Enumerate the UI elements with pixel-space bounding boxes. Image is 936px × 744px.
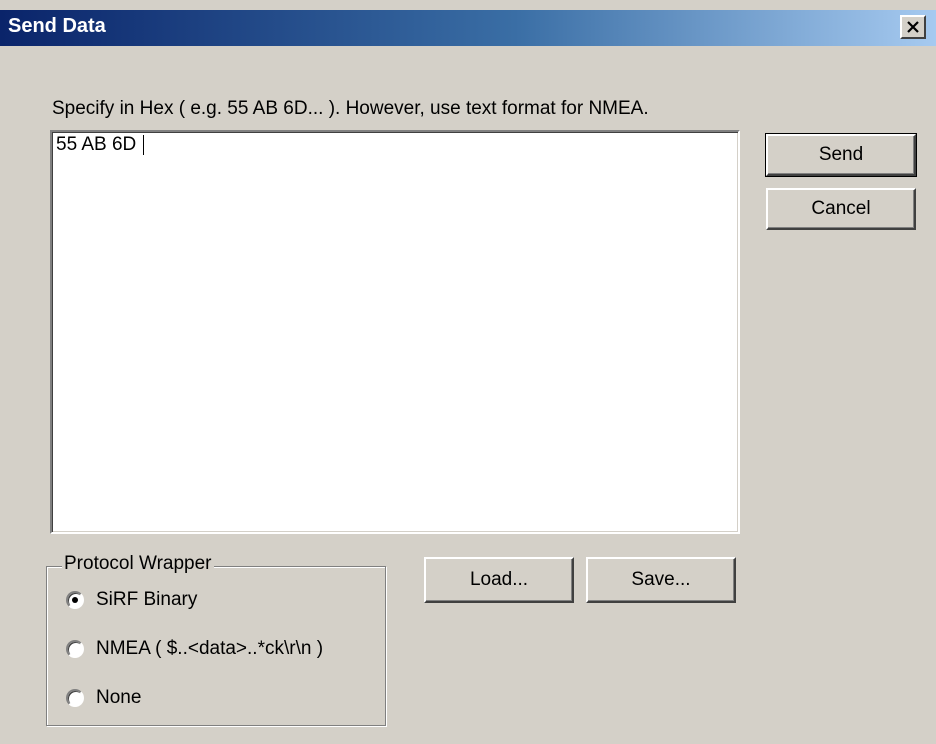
cancel-button[interactable]: Cancel	[766, 188, 916, 230]
text-caret	[142, 134, 144, 155]
radio-button[interactable]	[66, 689, 84, 707]
protocol-wrapper-label: Protocol Wrapper	[62, 553, 214, 575]
send-button[interactable]: Send	[765, 133, 917, 177]
radio-label: None	[96, 687, 142, 708]
save-button[interactable]: Save...	[586, 557, 736, 603]
dialog-body: Specify in Hex ( e.g. 55 AB 6D... ). How…	[0, 46, 936, 744]
hex-data-value: 55 AB 6D	[56, 134, 142, 155]
window-title: Send Data	[8, 15, 106, 37]
load-button[interactable]: Load...	[424, 557, 574, 603]
instruction-label: Specify in Hex ( e.g. 55 AB 6D... ). How…	[52, 98, 649, 119]
radio-nmea[interactable]: NMEA ( $..<data>..*ck\r\n )	[66, 638, 323, 660]
close-button[interactable]	[900, 15, 926, 39]
radio-button[interactable]	[66, 640, 84, 658]
title-bar[interactable]: Send Data	[0, 10, 936, 46]
radio-selected-dot	[72, 597, 78, 603]
radio-sirf-binary[interactable]: SiRF Binary	[66, 589, 197, 611]
radio-label: NMEA ( $..<data>..*ck\r\n )	[96, 638, 324, 659]
close-icon	[907, 21, 919, 33]
hex-data-input[interactable]: 55 AB 6D	[50, 130, 740, 534]
radio-button[interactable]	[66, 591, 84, 609]
radio-label: SiRF Binary	[96, 589, 198, 610]
radio-none[interactable]: None	[66, 687, 141, 709]
send-data-dialog: Send Data Specify in Hex ( e.g. 55 AB 6D…	[0, 0, 936, 744]
